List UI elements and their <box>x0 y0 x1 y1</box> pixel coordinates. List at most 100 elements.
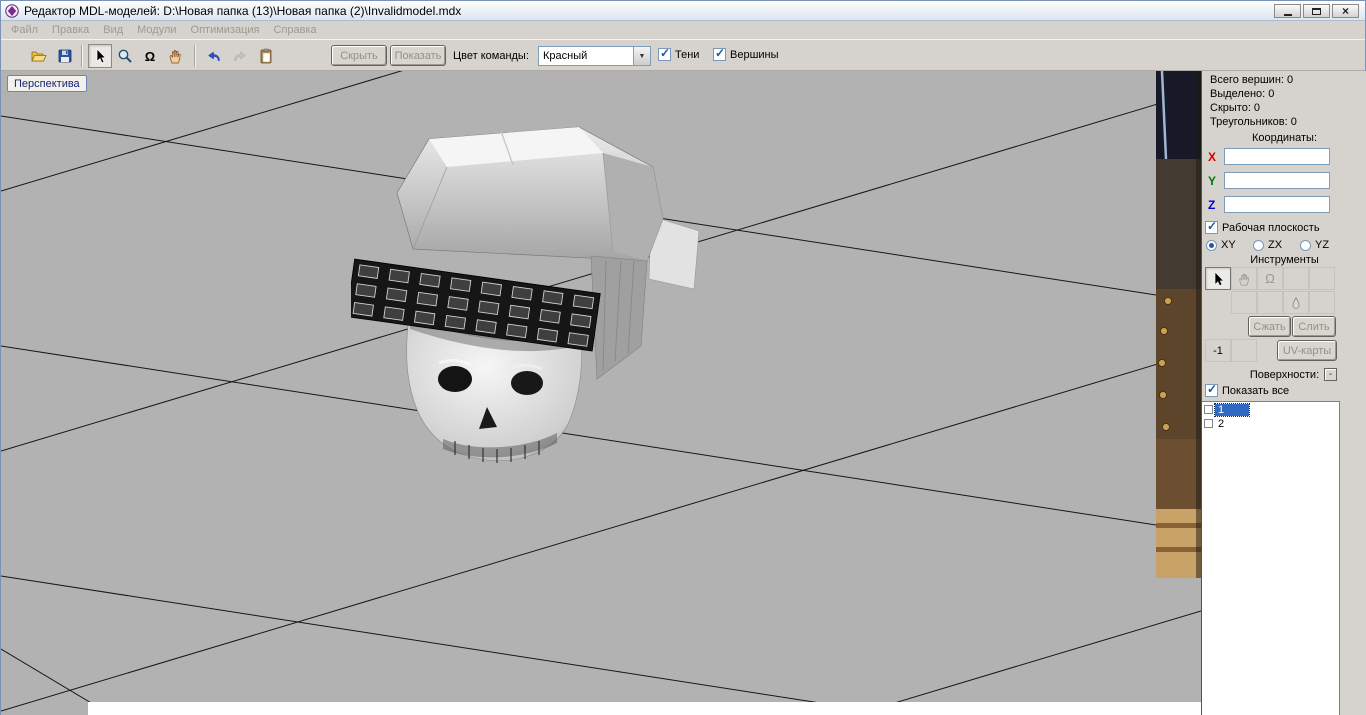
rotate-icon: Ω <box>1265 271 1275 286</box>
save-floppy-icon <box>58 49 72 63</box>
side-panel: Всего вершин: 0 Выделено: 0 Скрыто: 0 Тр… <box>1201 71 1366 715</box>
compress-button[interactable]: Сжать <box>1248 316 1291 337</box>
team-color-label: Цвет команды: <box>453 50 529 62</box>
workplane-label: Рабочая плоскость <box>1222 221 1320 234</box>
app-window: Редактор MDL-моделей: D:\Новая папка (13… <box>0 0 1366 715</box>
vertices-checkbox[interactable]: ✓ <box>713 46 726 61</box>
undo-icon <box>208 51 220 62</box>
show-all-checkbox[interactable]: ✓ <box>1205 382 1218 397</box>
panel-select-tool[interactable] <box>1205 267 1231 290</box>
menu-item-modules[interactable]: Модули <box>130 22 183 38</box>
surface-list-item[interactable]: 2 <box>1202 417 1339 430</box>
merge-button[interactable]: Слить <box>1292 316 1336 337</box>
panel-empty-cell <box>1309 291 1335 314</box>
save-button[interactable] <box>53 44 77 68</box>
x-coordinate-input[interactable] <box>1224 148 1330 165</box>
check-icon: ✓ <box>660 46 671 60</box>
menu-item-file[interactable]: Файл <box>4 22 45 38</box>
toolbar: Ω Скрыть Показать Цвет команды: Красный … <box>1 39 1365 71</box>
view-mode-button[interactable]: Перспектива <box>7 75 87 92</box>
maximize-icon <box>1312 7 1321 15</box>
panel-empty-cell <box>1283 267 1309 290</box>
paste-button[interactable] <box>254 44 278 68</box>
surface-1-label[interactable]: 1 <box>1214 402 1250 417</box>
y-coordinate-row: Y <box>1208 172 1330 189</box>
menu-item-edit[interactable]: Правка <box>45 22 96 38</box>
shadows-checkbox[interactable]: ✓ <box>658 46 671 61</box>
panel-empty-cell <box>1231 291 1257 314</box>
open-folder-icon <box>31 51 47 62</box>
hand-icon <box>1239 273 1249 285</box>
rotate-tool-button[interactable]: Ω <box>138 44 162 68</box>
y-coordinate-input[interactable] <box>1224 172 1330 189</box>
surface-list-item[interactable]: 1 <box>1202 402 1339 417</box>
workplane-option: ✓ Рабочая плоскость <box>1205 219 1320 234</box>
workplane-radio-zx[interactable]: ZX <box>1253 239 1282 251</box>
surfaces-label: Поверхности: <box>1249 369 1320 381</box>
vertices-label: Вершины <box>730 48 779 61</box>
surfaces-small-button[interactable]: - <box>1324 368 1337 381</box>
radio-xy-icon[interactable] <box>1206 239 1217 251</box>
shadows-label: Тени <box>675 48 700 61</box>
show-button[interactable]: Показать <box>390 45 446 66</box>
cursor-icon <box>1215 272 1223 285</box>
close-button[interactable]: × <box>1332 4 1359 18</box>
menu-item-help[interactable]: Справка <box>267 22 324 38</box>
bottom-strip <box>88 702 1201 715</box>
shadows-option: ✓ Тени <box>658 46 700 61</box>
z-coordinate-row: Z <box>1208 196 1330 213</box>
zoom-tool-button[interactable] <box>113 44 137 68</box>
surfaces-list[interactable]: 1 2 <box>1202 401 1340 715</box>
uv-maps-button[interactable]: UV-карты <box>1277 340 1337 361</box>
workplane-radio-yz[interactable]: YZ <box>1300 239 1329 251</box>
team-color-select[interactable]: Красный ▼ <box>538 46 651 66</box>
dropdown-arrow-icon[interactable]: ▼ <box>633 47 650 65</box>
stat-triangles: Треугольников: 0 <box>1210 116 1297 128</box>
workplane-checkbox[interactable]: ✓ <box>1205 219 1218 234</box>
titlebar: Редактор MDL-моделей: D:\Новая папка (13… <box>1 1 1365 21</box>
check-icon: ✓ <box>1207 219 1218 233</box>
cursor-icon <box>96 48 107 64</box>
x-axis-label: X <box>1208 149 1217 164</box>
window-controls: × <box>1274 4 1359 18</box>
hide-button[interactable]: Скрыть <box>331 45 387 66</box>
stat-total-vertices: Всего вершин: 0 <box>1210 74 1294 86</box>
panel-rotate-tool[interactable]: Ω <box>1257 267 1283 290</box>
open-button[interactable] <box>27 44 51 68</box>
panel-droplet-tool[interactable] <box>1283 291 1309 314</box>
maximize-button[interactable] <box>1303 4 1330 18</box>
skull-model[interactable] <box>351 121 721 466</box>
radio-yz-label: YZ <box>1315 239 1330 251</box>
z-axis-label: Z <box>1208 197 1216 212</box>
radio-zx-label: ZX <box>1268 239 1283 251</box>
vertices-option: ✓ Вершины <box>713 46 779 61</box>
show-all-label: Показать все <box>1222 384 1290 397</box>
redo-button[interactable] <box>228 44 252 68</box>
stat-hidden: Скрыто: 0 <box>1210 102 1261 114</box>
hand-icon <box>169 50 181 64</box>
team-color-value: Красный <box>543 50 588 62</box>
minimize-button[interactable] <box>1274 4 1301 18</box>
surface-2-checkbox[interactable] <box>1204 419 1213 428</box>
select-tool-button[interactable] <box>88 44 112 68</box>
menubar: Файл Правка Вид Модули Оптимизация Справ… <box>1 21 1365 39</box>
radio-yz-icon[interactable] <box>1300 239 1311 251</box>
check-icon: ✓ <box>1207 382 1218 396</box>
menu-item-view[interactable]: Вид <box>96 22 130 38</box>
undo-button[interactable] <box>202 44 226 68</box>
menu-item-optimization[interactable]: Оптимизация <box>184 22 267 38</box>
surface-2-label[interactable]: 2 <box>1215 418 1249 430</box>
workplane-radio-xy[interactable]: XY <box>1206 239 1236 251</box>
viewport[interactable]: Перспектива <box>1 71 1201 715</box>
toolbar-separator <box>81 45 83 67</box>
radio-zx-icon[interactable] <box>1253 239 1264 251</box>
radio-xy-label: XY <box>1221 239 1236 251</box>
z-coordinate-input[interactable] <box>1224 196 1330 213</box>
texture-strip <box>1156 71 1201 578</box>
panel-pan-tool[interactable] <box>1231 267 1257 290</box>
coordinates-label: Координаты: <box>1251 132 1318 144</box>
pan-tool-button[interactable] <box>163 44 187 68</box>
magnifier-icon <box>118 49 132 63</box>
surface-1-checkbox[interactable] <box>1204 405 1213 414</box>
panel-empty-cell <box>1309 267 1335 290</box>
